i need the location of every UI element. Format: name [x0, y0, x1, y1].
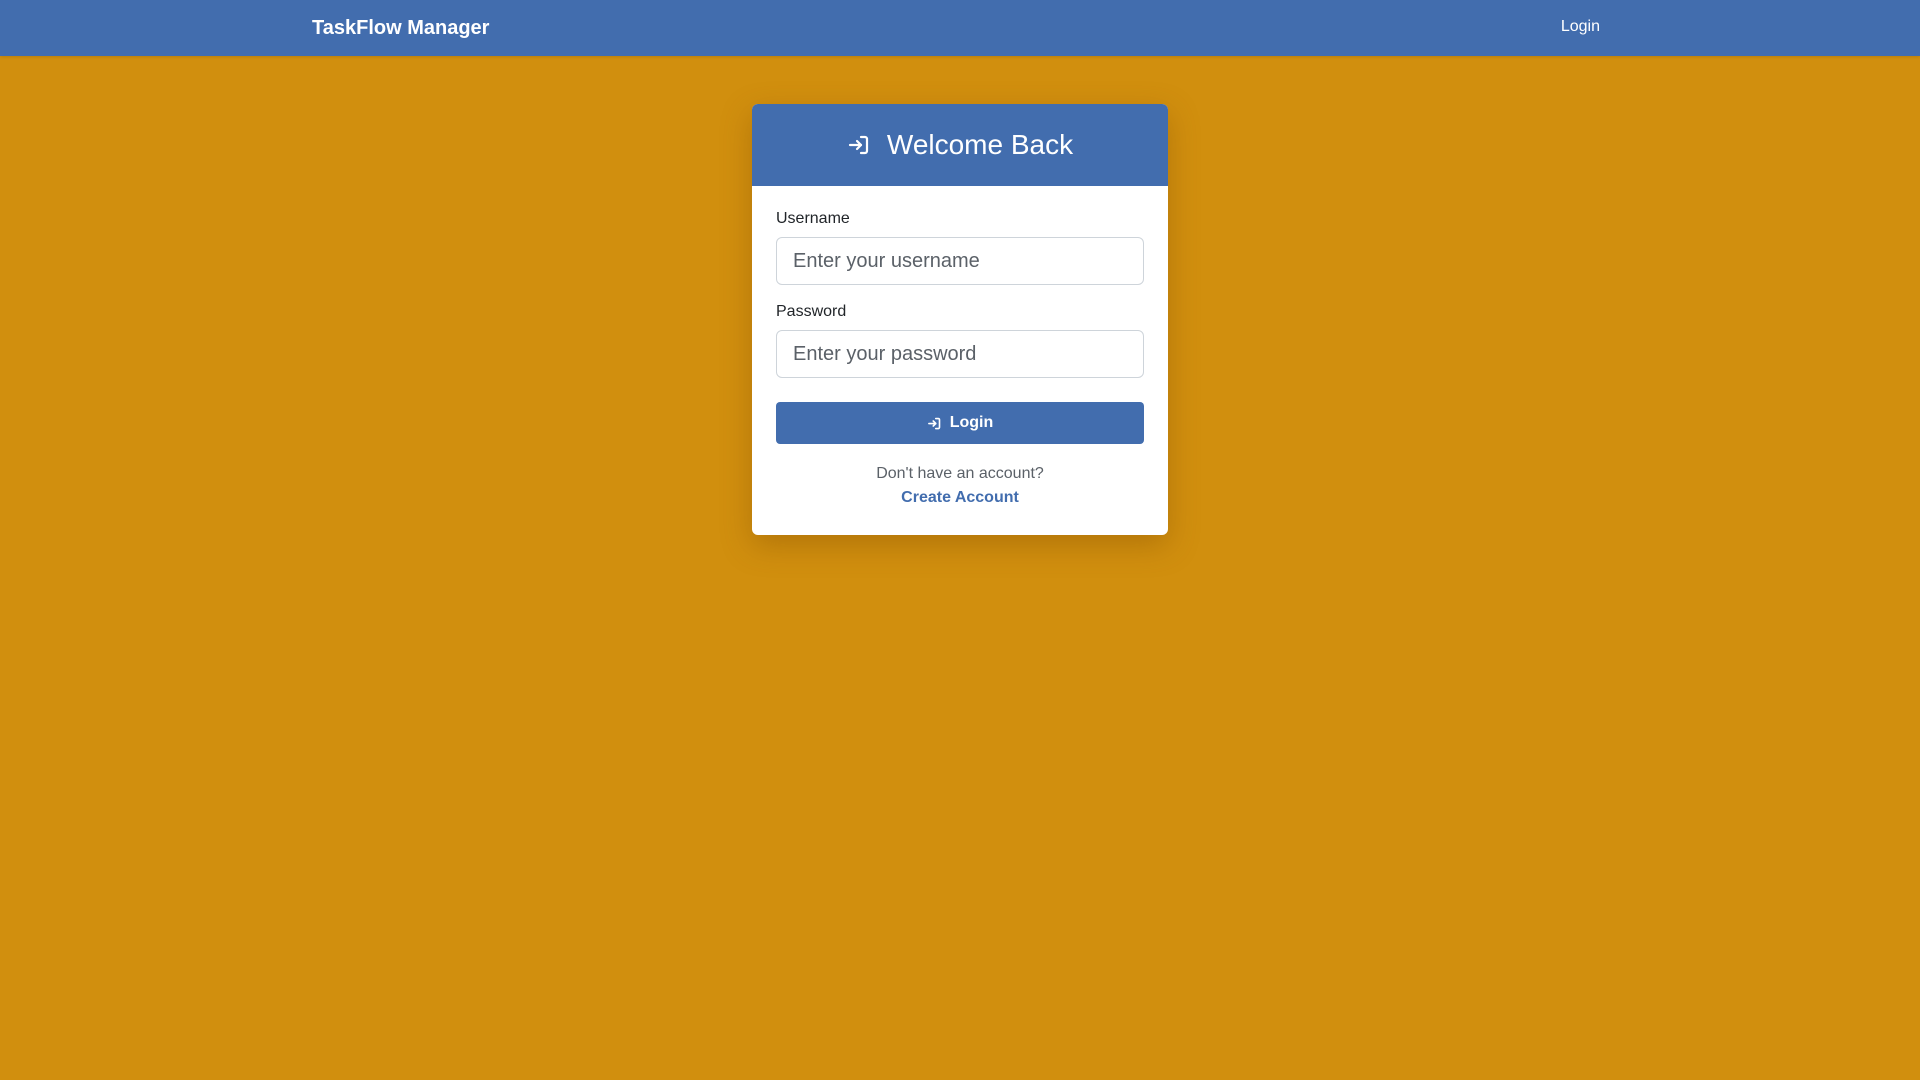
signup-prompt-text: Don't have an account? [876, 465, 1044, 482]
navbar: TaskFlow Manager Login [0, 0, 1920, 56]
login-form: Username Password Login Don't have an ac… [752, 186, 1168, 535]
username-group: Username [776, 210, 1144, 285]
username-label: Username [776, 210, 850, 227]
password-input[interactable] [776, 330, 1144, 378]
login-button-label: Login [949, 414, 994, 431]
password-label: Password [776, 303, 847, 320]
sign-in-icon [927, 417, 941, 429]
sign-in-icon [848, 135, 868, 155]
create-account-link[interactable]: Create Account [901, 487, 1019, 509]
login-card: Welcome Back Username Password Login Don… [752, 104, 1168, 535]
card-title: Welcome Back [886, 129, 1074, 160]
card-header: Welcome Back [752, 104, 1168, 186]
brand-link[interactable]: TaskFlow Manager [312, 0, 489, 56]
login-button[interactable]: Login [776, 402, 1144, 444]
password-group: Password [776, 303, 1144, 378]
signup-prompt: Don't have an account? Create Account [776, 463, 1144, 509]
username-input[interactable] [776, 237, 1144, 285]
nav-login-link[interactable]: Login [1561, 0, 1600, 56]
